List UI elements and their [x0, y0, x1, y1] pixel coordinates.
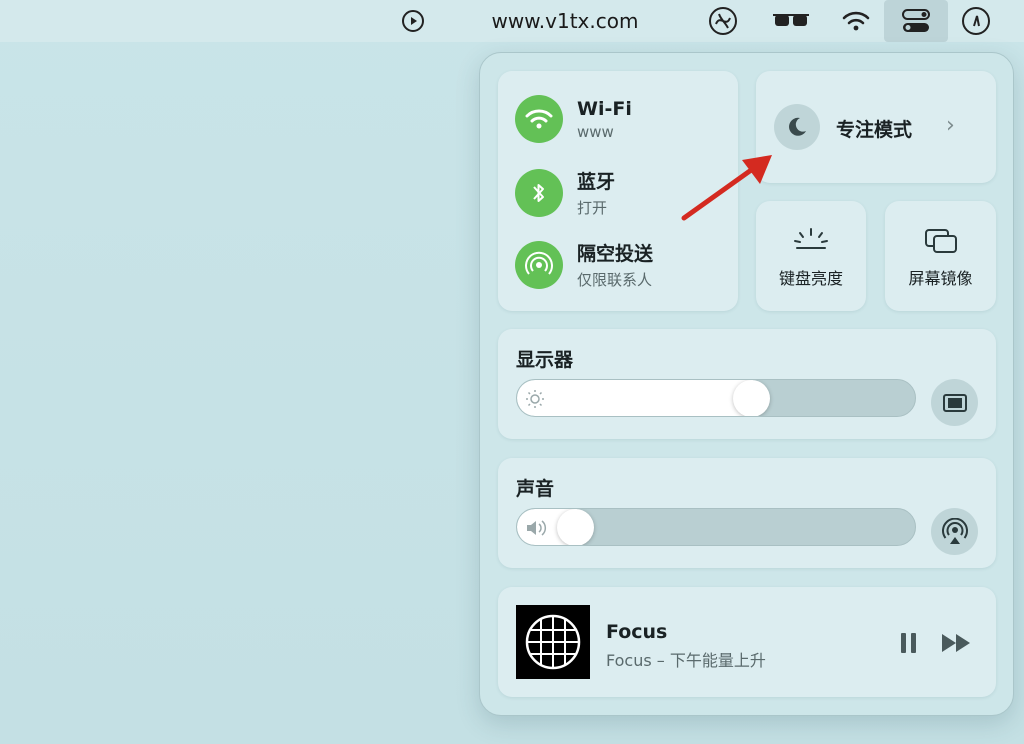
sun-icon — [525, 389, 545, 413]
now-playing-tile: Focus Focus – 下午能量上升 — [498, 587, 996, 697]
fast-forward-icon[interactable] — [940, 631, 974, 659]
wifi-network-name: www — [577, 122, 614, 141]
focus-mode-tile[interactable]: 专注模式 › — [756, 71, 996, 183]
gauge-icon[interactable] — [955, 0, 997, 42]
glasses-icon[interactable] — [768, 0, 814, 42]
wifi-title: Wi-Fi — [577, 97, 632, 120]
volume-slider-knob[interactable] — [556, 509, 594, 545]
track-title: Focus — [606, 621, 668, 643]
wifi-icon[interactable] — [515, 95, 563, 143]
volume-slider[interactable] — [516, 508, 916, 546]
wifi-icon[interactable] — [836, 0, 876, 42]
screen-mirroring-icon — [885, 227, 996, 255]
display-settings-button[interactable] — [931, 379, 978, 426]
airdrop-title: 隔空投送 — [577, 243, 654, 265]
screen-mirroring-label: 屏幕镜像 — [908, 269, 973, 288]
airdrop-icon[interactable] — [515, 240, 563, 289]
album-art[interactable] — [516, 605, 590, 679]
display-slider-knob[interactable] — [732, 380, 770, 416]
airdrop-control[interactable]: 隔空投送 仅限联系人 — [515, 239, 653, 290]
airplay-audio-button[interactable] — [931, 508, 978, 555]
bluetooth-title: 蓝牙 — [577, 171, 616, 193]
display-slider-fill — [517, 380, 754, 416]
display-icon — [942, 393, 967, 412]
moon-icon — [774, 104, 820, 150]
display-title: 显示器 — [516, 349, 574, 371]
display-tile: 显示器 — [498, 329, 996, 439]
chevron-right-icon: › — [946, 113, 955, 138]
keyboard-brightness-icon — [756, 227, 866, 251]
focus-mode-label: 专注模式 — [836, 119, 913, 141]
logo-icon[interactable] — [702, 0, 744, 42]
sound-tile: 声音 — [498, 458, 996, 568]
airdrop-status: 仅限联系人 — [577, 271, 653, 289]
annotation-arrow-icon — [680, 150, 780, 229]
airplay-audio-icon — [941, 517, 968, 544]
control-center-icon[interactable] — [884, 0, 948, 42]
play-circle-icon[interactable] — [398, 0, 428, 42]
speaker-icon — [525, 518, 551, 542]
track-subtitle: Focus – 下午能量上升 — [606, 651, 766, 670]
menubar-url-text: www.v1tx.com — [491, 9, 639, 33]
wifi-control[interactable]: Wi-Fi www — [515, 95, 632, 143]
bluetooth-status: 打开 — [577, 199, 608, 217]
sound-title: 声音 — [516, 478, 555, 500]
keyboard-brightness-label: 键盘亮度 — [778, 269, 843, 288]
bluetooth-icon[interactable] — [515, 168, 563, 217]
menu-bar: www.v1tx.com — [0, 0, 1024, 42]
screen-mirroring-tile[interactable]: 屏幕镜像 — [885, 201, 996, 311]
display-brightness-slider[interactable] — [516, 379, 916, 417]
bluetooth-control[interactable]: 蓝牙 打开 — [515, 167, 615, 218]
pause-icon[interactable] — [898, 631, 920, 659]
